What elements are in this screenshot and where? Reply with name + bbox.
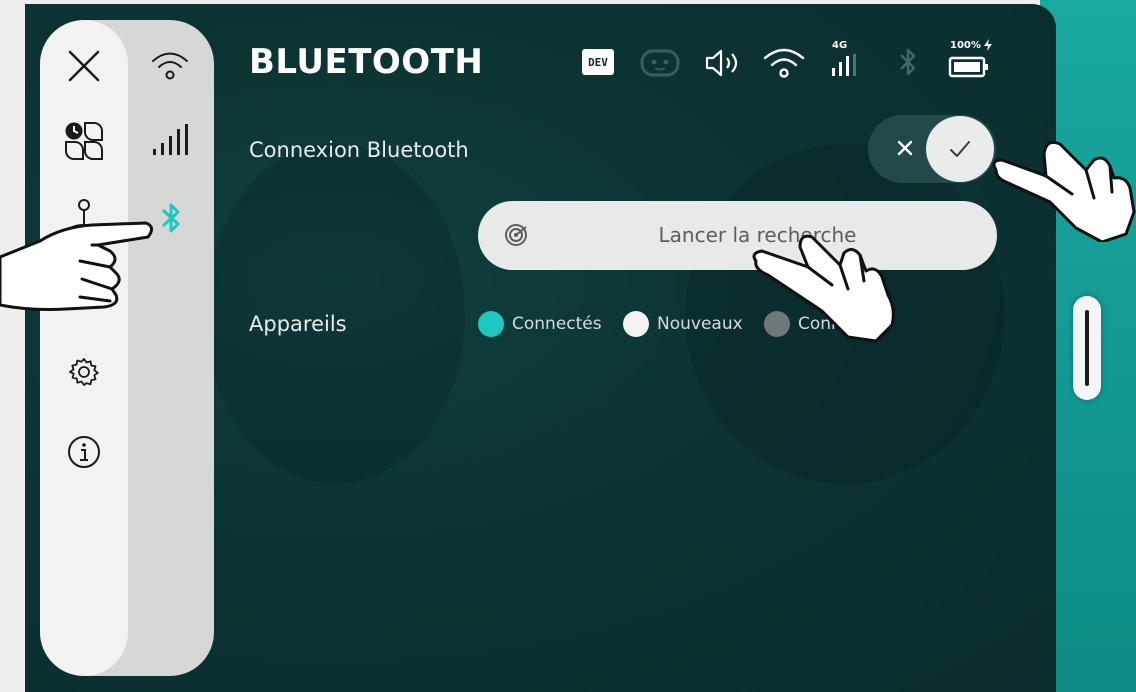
legend-label: Nouveaux [657,314,743,334]
robot-face-icon [640,48,680,78]
apps-clock-icon[interactable] [60,118,108,164]
dev-badge: DEV [582,49,614,75]
info-icon[interactable] [66,434,102,470]
settings-icon[interactable] [66,354,102,390]
volume-icon [703,47,743,79]
legend-label: Connectés [512,314,602,334]
pointing-hand-icon [752,234,895,343]
checkmark-icon [950,141,970,157]
wifi-icon [762,46,806,80]
search-button-label: Lancer la recherche [658,223,857,247]
devices-label: Appareils [249,312,347,336]
close-icon[interactable] [62,44,106,88]
bluetooth-icon[interactable] [156,198,186,238]
toggle-knob[interactable] [926,116,994,182]
cellular-signal-icon: 4G [826,40,866,80]
battery-level-label: 100% [950,40,981,51]
page-title: BLUETOOTH [249,42,484,82]
dev-badge-label: DEV [582,49,614,75]
bluetooth-toggle[interactable] [868,115,996,183]
bluetooth-icon [898,44,918,80]
scroll-handle[interactable] [1073,296,1101,400]
connection-label: Connexion Bluetooth [249,138,469,162]
sidebar [40,20,214,676]
battery-icon: 100% [946,39,994,82]
new-dot [623,311,649,337]
legend-connected: Connectés [478,310,602,338]
pointing-hand-icon [0,221,153,311]
toggle-off-icon[interactable] [890,133,920,163]
pointing-hand-icon [992,140,1136,242]
legend-new: Nouveaux [623,310,743,338]
search-button[interactable]: Lancer la recherche [478,201,997,270]
connected-dot [478,311,504,337]
signal-bars-icon[interactable] [148,120,192,160]
wifi-icon[interactable] [148,46,192,86]
